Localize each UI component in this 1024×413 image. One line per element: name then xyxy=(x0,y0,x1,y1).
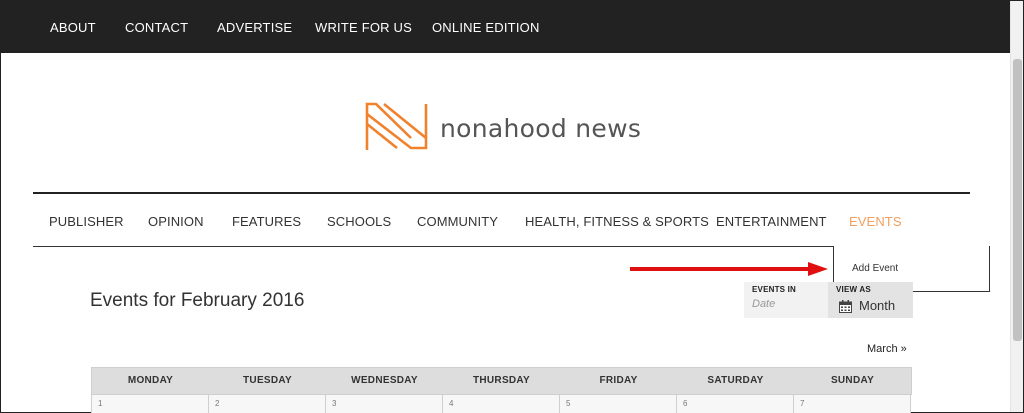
calendar-day-number: 6 xyxy=(683,399,688,408)
calendar-day-number: 2 xyxy=(215,399,220,408)
events-in-date-input[interactable]: Date xyxy=(752,298,775,310)
topnav-online-edition[interactable]: ONLINE EDITION xyxy=(432,20,540,35)
topnav-contact[interactable]: CONTACT xyxy=(125,20,188,35)
calendar-icon xyxy=(839,300,852,313)
topnav-write-for-us[interactable]: WRITE FOR US xyxy=(315,20,412,35)
nav-bottom-border xyxy=(33,246,833,247)
calendar-day-cell[interactable]: 6 xyxy=(677,395,794,413)
calendar-day-number: 4 xyxy=(449,399,454,408)
scrollbar-thumb[interactable] xyxy=(1013,59,1022,341)
nav-publisher[interactable]: PUBLISHER xyxy=(49,214,124,229)
calendar-day-cell[interactable]: 3 xyxy=(326,395,443,413)
calendar-day-cell[interactable]: 4 xyxy=(443,395,560,413)
calendar-day-header: SUNDAY xyxy=(830,375,875,386)
calendar-header: MONDAY TUESDAY WEDNESDAY THURSDAY FRIDAY… xyxy=(91,367,912,395)
calendar-day-header: MONDAY xyxy=(127,375,174,386)
page-scrollbar[interactable] xyxy=(1010,1,1023,412)
calendar-day-header: THURSDAY xyxy=(472,375,531,386)
calendar-day-cell[interactable]: 1 xyxy=(92,395,209,413)
calendar-day-cell[interactable]: 7 xyxy=(794,395,911,413)
view-as-selector[interactable]: VIEW AS Month xyxy=(828,282,913,318)
calendar-day-header: FRIDAY xyxy=(599,375,638,386)
calendar-day-number: 1 xyxy=(98,399,103,408)
nav-schools[interactable]: SCHOOLS xyxy=(327,214,391,229)
view-as-label: VIEW AS xyxy=(836,285,871,294)
calendar-week-row: 1 2 3 4 5 6 7 xyxy=(91,395,912,413)
calendar-day-number: 3 xyxy=(332,399,337,408)
add-event-link[interactable]: Add Event xyxy=(852,263,898,274)
calendar-day-header: SATURDAY xyxy=(707,375,764,386)
site-logo-text[interactable]: nonahood news xyxy=(440,114,641,143)
events-page-title: Events for February 2016 xyxy=(90,290,305,311)
top-navigation-bar: ABOUT CONTACT ADVERTISE WRITE FOR US ONL… xyxy=(1,1,1010,53)
nav-entertainment[interactable]: ENTERTAINMENT xyxy=(716,214,827,229)
header-divider xyxy=(33,192,970,194)
calendar-day-number: 7 xyxy=(800,399,805,408)
nav-opinion[interactable]: OPINION xyxy=(148,214,204,229)
topnav-advertise[interactable]: ADVERTISE xyxy=(217,20,292,35)
nav-features[interactable]: FEATURES xyxy=(232,214,301,229)
red-arrow-annotation xyxy=(630,262,828,276)
calendar-day-cell[interactable]: 5 xyxy=(560,395,677,413)
topnav-about[interactable]: ABOUT xyxy=(50,20,96,35)
calendar-day-number: 5 xyxy=(566,399,571,408)
nav-events[interactable]: EVENTS xyxy=(849,214,902,229)
view-as-value: Month xyxy=(859,298,896,313)
events-in-date-picker[interactable]: EVENTS IN Date xyxy=(744,282,828,318)
events-in-label: EVENTS IN xyxy=(752,285,797,294)
calendar-day-header: WEDNESDAY xyxy=(351,375,418,386)
calendar-day-header: TUESDAY xyxy=(243,375,292,386)
n-logo-icon[interactable] xyxy=(364,100,434,154)
nav-community[interactable]: COMMUNITY xyxy=(417,214,498,229)
calendar-day-cell[interactable]: 2 xyxy=(209,395,326,413)
next-month-link[interactable]: March » xyxy=(867,343,907,355)
nav-health-fitness-sports[interactable]: HEALTH, FITNESS & SPORTS xyxy=(525,214,709,229)
